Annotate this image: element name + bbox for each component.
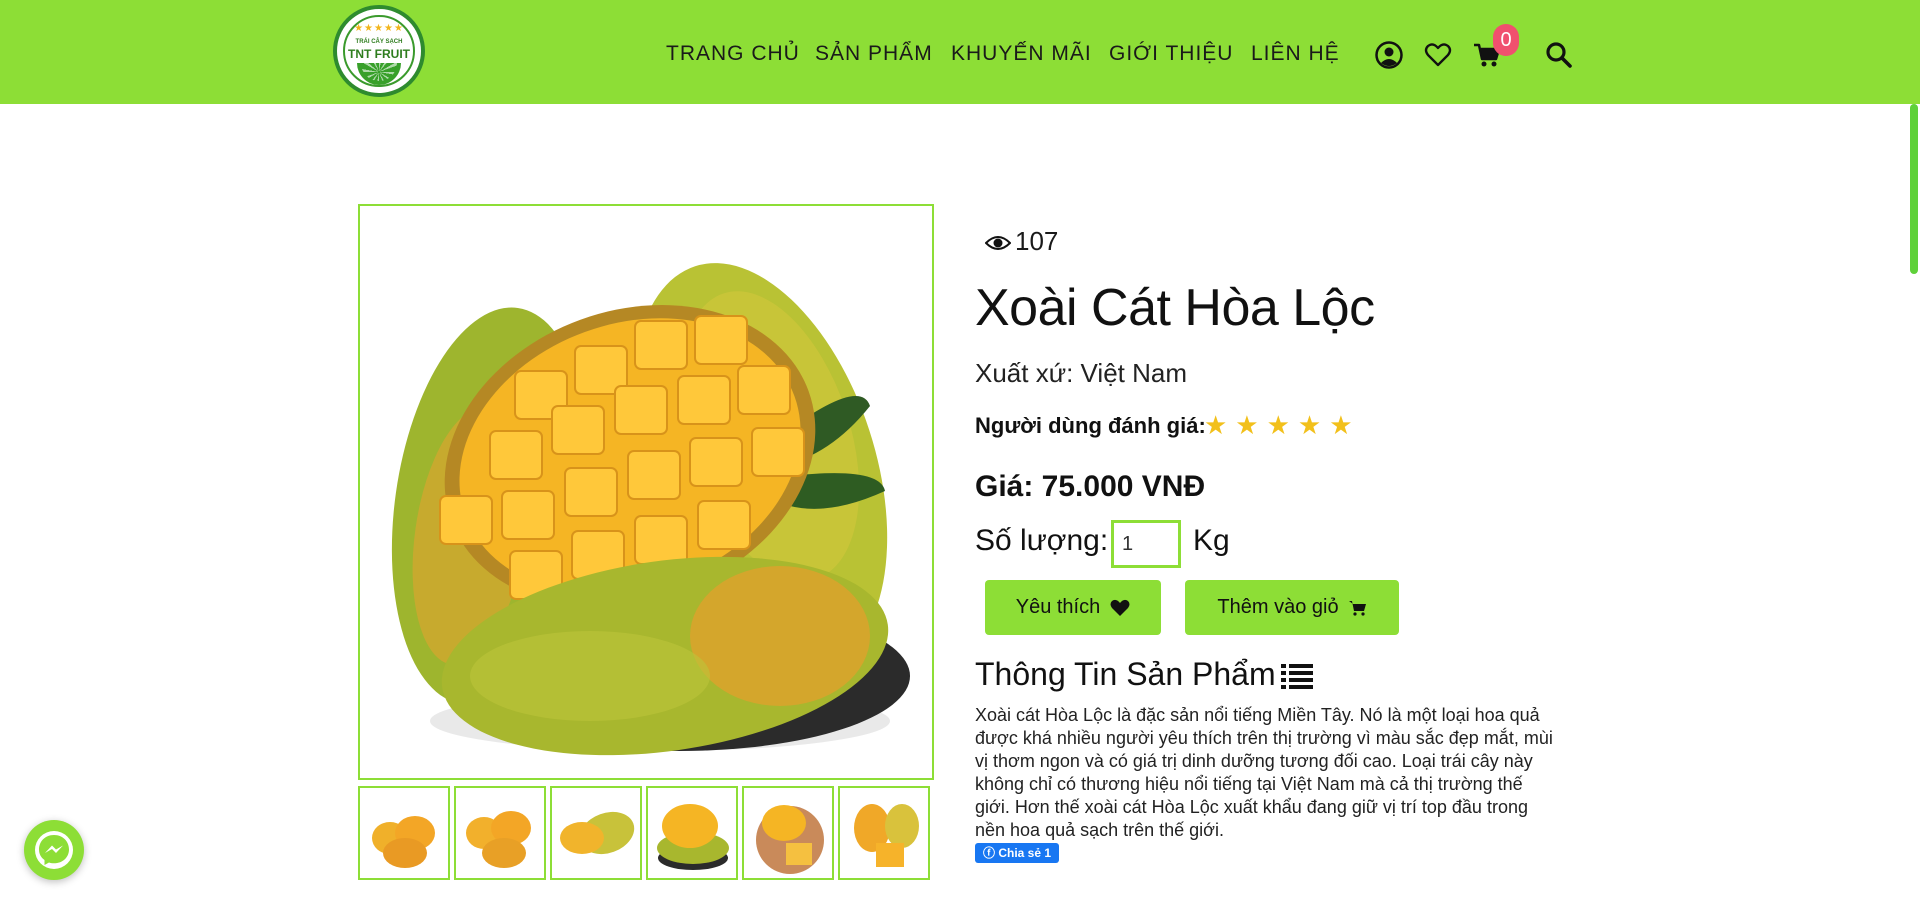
rating-stars[interactable]: ★★★★★	[1204, 410, 1361, 441]
messenger-chat-button[interactable]	[24, 820, 84, 880]
add-to-cart-button[interactable]: Thêm vào giỏ	[1185, 580, 1399, 635]
cart-count-badge: 0	[1493, 24, 1519, 56]
logo-stars: ★★★★★	[354, 23, 404, 34]
product-title: Xoài Cát Hòa Lộc	[975, 279, 1375, 337]
product-price: Giá: 75.000 VNĐ	[975, 470, 1206, 503]
favorite-button-label: Yêu thích	[1015, 596, 1101, 618]
thumbnail-3[interactable]	[550, 786, 642, 880]
search-icon[interactable]	[1545, 41, 1573, 69]
site-logo[interactable]: ★★★★★ TRÁI CÂY SẠCH TNT FRUIT	[333, 5, 425, 97]
add-to-cart-label: Thêm vào giỏ	[1217, 596, 1339, 618]
quantity-label: Số lượng:	[975, 524, 1109, 557]
view-count-value: 107	[1015, 226, 1059, 256]
product-info-title: Thông Tin Sản Phẩm	[975, 656, 1276, 692]
user-icon[interactable]	[1375, 41, 1403, 69]
rating-label: Người dùng đánh giá:	[975, 413, 1206, 438]
facebook-share-button[interactable]: ⓕ Chia sẻ 1	[975, 843, 1060, 863]
nav-home[interactable]: TRANG CHỦ	[666, 42, 800, 66]
eye-icon	[984, 236, 1012, 251]
quantity-unit: Kg	[1193, 524, 1230, 557]
product-origin: Xuất xứ: Việt Nam	[975, 358, 1188, 388]
scrollbar-track	[1906, 0, 1920, 104]
favorite-button[interactable]: Yêu thích	[985, 580, 1161, 635]
thumbnail-4[interactable]	[646, 786, 738, 880]
thumbnail-1[interactable]	[358, 786, 450, 880]
logo-tagline: TRÁI CÂY SẠCH	[355, 39, 403, 45]
product-main-image[interactable]	[358, 204, 934, 780]
quantity-input[interactable]	[1111, 520, 1181, 568]
nav-about[interactable]: GIỚI THIỆU	[1109, 42, 1233, 66]
heart-filled-icon	[1110, 599, 1130, 616]
view-count: 107	[984, 226, 1059, 257]
thumbnail-2[interactable]	[454, 786, 546, 880]
product-description: Xoài cát Hòa Lộc là đặc sản nổi tiếng Mi…	[975, 705, 1553, 840]
scrollbar-thumb[interactable]	[1910, 104, 1918, 274]
nav-promotions[interactable]: KHUYẾN MÃI	[951, 42, 1092, 66]
thumbnail-6[interactable]	[838, 786, 930, 880]
messenger-icon	[35, 831, 73, 869]
logo-fruit-icon	[357, 63, 401, 85]
cart-plus-icon	[1348, 600, 1366, 616]
facebook-icon: ⓕ	[983, 846, 999, 860]
share-label: Chia sẻ 1	[998, 846, 1052, 860]
list-icon	[1281, 664, 1313, 689]
logo-brand: TNT FRUIT	[348, 47, 410, 61]
heart-icon[interactable]	[1424, 41, 1452, 69]
site-header: ★★★★★ TRÁI CÂY SẠCH TNT FRUIT TRANG CHỦ …	[0, 0, 1920, 104]
nav-products[interactable]: SẢN PHẨM	[815, 42, 933, 66]
thumbnail-5[interactable]	[742, 786, 834, 880]
logo-badge: ★★★★★ TRÁI CÂY SẠCH TNT FRUIT	[343, 15, 415, 87]
nav-contact[interactable]: LIÊN HỆ	[1251, 42, 1340, 66]
product-thumbnails	[358, 786, 934, 880]
